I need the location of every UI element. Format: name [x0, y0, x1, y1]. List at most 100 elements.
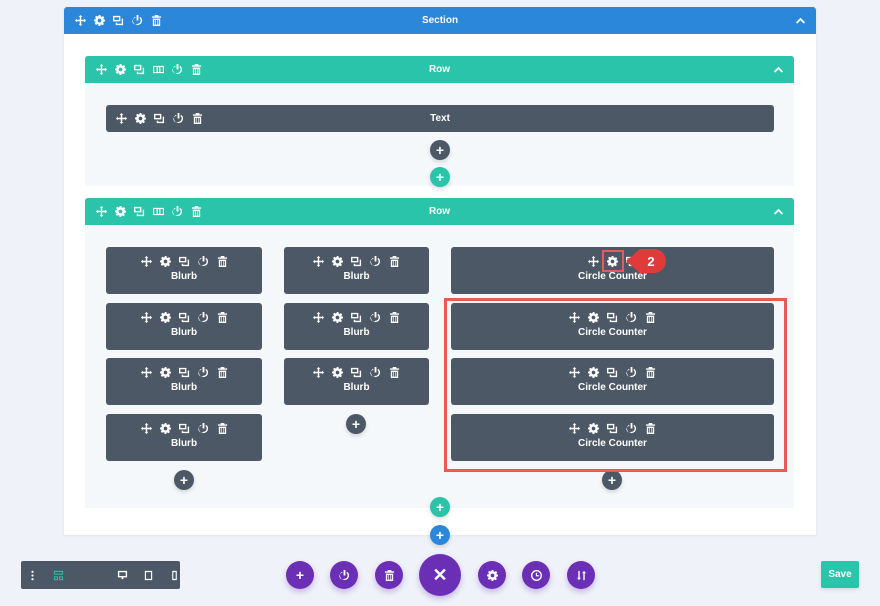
close-builder-button[interactable]: ✕ [419, 554, 461, 596]
duplicate-icon[interactable] [178, 366, 190, 378]
row-header-bar[interactable]: Row [85, 198, 794, 225]
move-icon[interactable] [313, 366, 325, 378]
module-card[interactable]: Blurb [106, 414, 262, 461]
gear-icon[interactable] [159, 422, 171, 434]
power-icon[interactable] [172, 113, 184, 125]
power-icon[interactable] [197, 366, 209, 378]
columns-icon[interactable] [152, 206, 164, 218]
trash-icon[interactable] [389, 311, 401, 323]
trash-icon[interactable] [216, 311, 228, 323]
add-module-button[interactable]: + [602, 470, 622, 490]
power-icon[interactable] [197, 311, 209, 323]
trash-icon [383, 569, 395, 581]
add-button[interactable]: + [286, 561, 314, 589]
duplicate-icon[interactable] [153, 113, 165, 125]
power-icon [338, 569, 350, 581]
trash-icon[interactable] [216, 422, 228, 434]
module-card[interactable]: Blurb [284, 247, 429, 294]
history-button[interactable] [522, 561, 550, 589]
power-icon[interactable] [370, 255, 382, 267]
move-icon[interactable] [313, 255, 325, 267]
move-icon[interactable] [588, 255, 600, 267]
trash-icon[interactable] [389, 255, 401, 267]
power-icon[interactable] [197, 255, 209, 267]
gear-icon[interactable] [159, 311, 171, 323]
trash-icon[interactable] [150, 15, 162, 27]
collapse-caret-icon[interactable] [772, 64, 784, 76]
duplicate-icon[interactable] [178, 255, 190, 267]
trash-icon[interactable] [190, 206, 202, 218]
module-card[interactable]: Blurb [284, 303, 429, 350]
move-icon[interactable] [95, 64, 107, 76]
move-icon[interactable] [95, 206, 107, 218]
trash-icon[interactable] [216, 366, 228, 378]
move-icon[interactable] [74, 15, 86, 27]
collapse-caret-icon[interactable] [772, 206, 784, 218]
collapse-caret-icon[interactable] [794, 15, 806, 27]
highlight-box-duplicates [444, 298, 787, 472]
module-card[interactable]: Blurb [106, 247, 262, 294]
gear-icon[interactable] [159, 255, 171, 267]
power-icon[interactable] [370, 311, 382, 323]
duplicate-icon[interactable] [112, 15, 124, 27]
power-icon[interactable] [370, 366, 382, 378]
sort-button[interactable] [567, 561, 595, 589]
duplicate-icon[interactable] [178, 422, 190, 434]
duplicate-icon[interactable] [178, 311, 190, 323]
power-icon[interactable] [171, 64, 183, 76]
move-icon[interactable] [140, 422, 152, 434]
add-module-button[interactable]: + [430, 140, 450, 160]
duplicate-icon[interactable] [351, 255, 363, 267]
duplicate-icon[interactable] [133, 206, 145, 218]
phone-view-icon[interactable] [169, 569, 180, 581]
wireframe-view-icon[interactable] [53, 569, 64, 581]
gear-icon[interactable] [332, 366, 344, 378]
move-icon[interactable] [140, 255, 152, 267]
trash-icon[interactable] [190, 64, 202, 76]
gear-icon[interactable] [332, 255, 344, 267]
gear-icon[interactable] [93, 15, 105, 27]
save-button[interactable]: Save [821, 561, 859, 588]
history-clock-icon [530, 569, 542, 581]
page-settings-button[interactable] [478, 561, 506, 589]
trash-icon[interactable] [216, 255, 228, 267]
power-icon[interactable] [171, 206, 183, 218]
desktop-view-icon[interactable] [117, 569, 128, 581]
module-title: Blurb [170, 438, 198, 449]
add-module-button[interactable]: + [346, 414, 366, 434]
gear-icon[interactable] [114, 206, 126, 218]
gear-icon[interactable] [159, 366, 171, 378]
add-row-button[interactable]: + [430, 167, 450, 187]
power-icon[interactable] [197, 422, 209, 434]
tablet-view-icon[interactable] [143, 569, 154, 581]
move-icon[interactable] [140, 366, 152, 378]
section-header-bar[interactable]: Section [64, 7, 816, 34]
more-options-icon[interactable] [27, 569, 38, 581]
add-row-button[interactable]: + [430, 497, 450, 517]
clear-layout-button[interactable] [375, 561, 403, 589]
module-title: Blurb [170, 327, 198, 338]
gear-icon[interactable] [134, 113, 146, 125]
gear-icon[interactable] [332, 311, 344, 323]
power-icon[interactable] [131, 15, 143, 27]
module-card[interactable]: Blurb [106, 358, 262, 405]
add-section-button[interactable]: + [430, 525, 450, 545]
trash-icon[interactable] [389, 366, 401, 378]
add-module-button[interactable]: + [174, 470, 194, 490]
move-icon[interactable] [115, 113, 127, 125]
text-module[interactable]: Text [106, 105, 774, 132]
row-header-bar[interactable]: Row [85, 56, 794, 83]
gear-icon[interactable] [114, 64, 126, 76]
duplicate-icon[interactable] [351, 366, 363, 378]
duplicate-icon[interactable] [133, 64, 145, 76]
columns-icon[interactable] [152, 64, 164, 76]
trash-icon[interactable] [191, 113, 203, 125]
move-icon[interactable] [140, 311, 152, 323]
module-title: Blurb [343, 271, 370, 282]
duplicate-icon[interactable] [351, 311, 363, 323]
portability-button[interactable] [330, 561, 358, 589]
module-card[interactable]: Blurb [284, 358, 429, 405]
module-card[interactable]: Blurb [106, 303, 262, 350]
move-icon[interactable] [313, 311, 325, 323]
gear-icon [486, 569, 498, 581]
